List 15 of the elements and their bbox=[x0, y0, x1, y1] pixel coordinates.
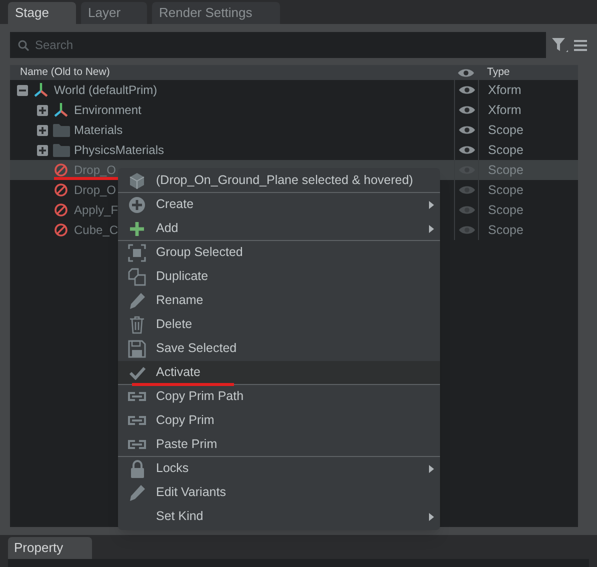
tree-label: Drop_O bbox=[74, 182, 116, 199]
type-cell: Scope bbox=[478, 120, 578, 140]
tree-label: World (defaultPrim) bbox=[54, 82, 158, 99]
type-cell: Scope bbox=[478, 180, 578, 200]
type-cell: Scope bbox=[478, 220, 578, 240]
type-cell: Scope bbox=[478, 200, 578, 220]
tree-label: PhysicsMaterials bbox=[74, 142, 164, 159]
type-cell: Xform bbox=[478, 100, 578, 120]
tree-label: Environment bbox=[74, 102, 142, 119]
tree-label: Materials bbox=[74, 122, 123, 139]
type-cell: Xform bbox=[478, 80, 578, 100]
tree-label: Apply_F bbox=[74, 202, 118, 219]
type-cell: Scope bbox=[478, 160, 578, 180]
tree-label: Cube_C bbox=[74, 222, 118, 239]
tree-label: Drop_O bbox=[74, 162, 116, 179]
